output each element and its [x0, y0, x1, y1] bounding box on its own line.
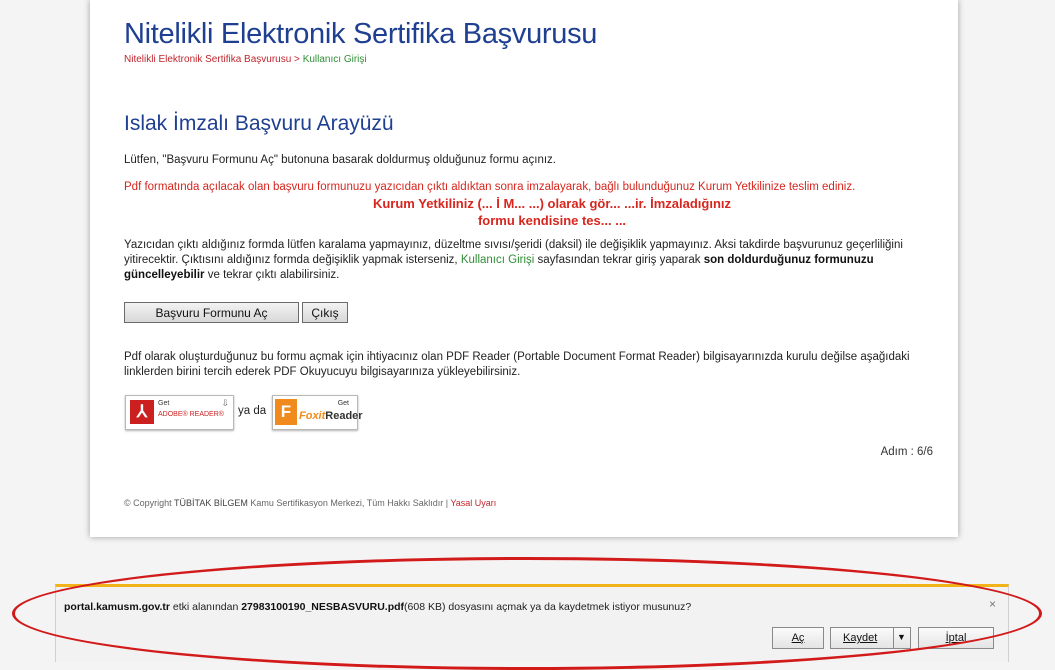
red-notice: Pdf formatında açılacak olan başvuru for… — [124, 181, 856, 193]
download-open-button[interactable]: Aç — [772, 627, 824, 649]
warning-line-2: formu kendisine tes... ... — [477, 213, 627, 228]
foxit-reader-word: Reader — [325, 410, 363, 422]
download-site: portal.kamusm.gov.tr — [64, 601, 170, 613]
copyright-rest: Kamu Sertifikasyon Merkezi, Tüm Hakkı Sa… — [247, 498, 451, 508]
intro-text: Lütfen, "Başvuru Formunu Aç" butonuna ba… — [124, 154, 556, 166]
breadcrumb-item-application[interactable]: Nitelikli Elektronik Sertifika Başvurusu — [124, 54, 291, 65]
foxit-icon: F — [275, 399, 297, 425]
breadcrumb-separator: > — [291, 54, 303, 65]
chevron-down-icon[interactable]: ▼ — [897, 632, 906, 642]
breadcrumb: Nitelikli Elektronik Sertifika Başvurusu… — [124, 54, 367, 65]
get-adobe-reader-link[interactable]: ⅄ Get ADOBE® READER® ⇩ — [125, 395, 234, 430]
pdf-reader-note: Pdf olarak oluşturduğunuz bu formu açmak… — [124, 351, 910, 378]
copyright-prefix: © Copyright — [124, 498, 174, 508]
login-link[interactable]: Kullanıcı Girişi — [461, 254, 535, 266]
foxit-reader-label: FoxitReader — [299, 410, 363, 422]
download-save-button[interactable]: Kaydet ▼ — [830, 627, 911, 649]
download-filename: 27983100190_NESBASVURU.pdf — [241, 601, 405, 613]
download-text-1: etki alanından — [170, 601, 242, 613]
foxit-get-label: Get — [337, 400, 349, 407]
download-size: (608 KB) — [404, 601, 446, 613]
or-text: ya da — [238, 405, 267, 417]
adobe-get-label: Get — [158, 400, 170, 407]
breadcrumb-item-login[interactable]: Kullanıcı Girişi — [303, 54, 367, 65]
print-note-part-3: ve tekrar çıktı alabilirsiniz. — [204, 269, 340, 281]
download-cancel-button[interactable]: İptal — [918, 627, 994, 649]
download-text-2: dosyasını açmak ya da kaydetmek istiyor … — [445, 601, 692, 613]
step-indicator: Adım : 6/6 — [880, 446, 933, 458]
download-message: portal.kamusm.gov.tr etki alanından 2798… — [64, 601, 691, 613]
legal-warning-link[interactable]: Yasal Uyarı — [450, 498, 496, 508]
print-note-part-2: sayfasından tekrar giriş yaparak — [534, 254, 704, 266]
exit-button[interactable]: Çıkış — [302, 302, 348, 323]
page-heading: Islak İmzalı Başvuru Arayüzü — [124, 112, 394, 135]
adobe-pdf-icon: ⅄ — [130, 400, 154, 424]
copyright-footer: © Copyright TÜBİTAK BİLGEM Kamu Sertifik… — [124, 498, 496, 508]
download-notification-bar: portal.kamusm.gov.tr etki alanından 2798… — [55, 584, 1009, 662]
adobe-reader-label: ADOBE® READER® — [158, 411, 224, 418]
save-separator — [893, 628, 894, 648]
institution-warning: Kurum Yetkiliniz (... İ M... ...) olarak… — [142, 195, 962, 229]
get-foxit-reader-link[interactable]: F Get FoxitReader — [272, 395, 363, 430]
page-sheet: Nitelikli Elektronik Sertifika Başvurusu… — [90, 0, 958, 537]
warning-line-1: Kurum Yetkiliniz (... İ M... ...) olarak… — [372, 196, 732, 211]
save-label: Kaydet — [843, 632, 878, 644]
foxit-brand: Foxit — [299, 410, 326, 422]
site-title: Nitelikli Elektronik Sertifika Başvurusu — [124, 18, 598, 50]
open-form-button[interactable]: Başvuru Formunu Aç — [124, 302, 299, 323]
download-arrow-icon: ⇩ — [221, 398, 229, 408]
print-note: Yazıcıdan çıktı aldığınız formda lütfen … — [124, 238, 954, 283]
copyright-org: TÜBİTAK BİLGEM — [174, 498, 248, 508]
close-icon[interactable]: × — [989, 597, 996, 611]
